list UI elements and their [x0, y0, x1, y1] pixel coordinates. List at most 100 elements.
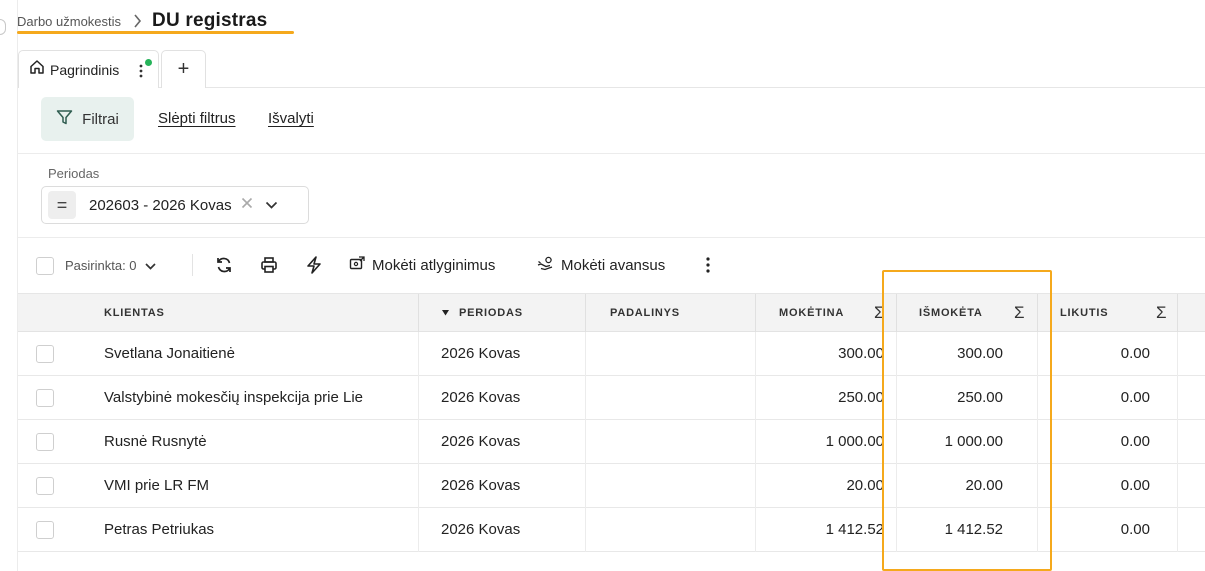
filters-button-label: Filtrai	[82, 110, 119, 128]
select-all-checkbox[interactable]	[36, 257, 54, 275]
home-icon	[29, 59, 45, 80]
cell-payable: 1 412.52	[825, 521, 884, 538]
pay-salaries-button[interactable]: Mokėti atlyginimus	[349, 255, 495, 275]
cell-period: 2026 Kovas	[441, 521, 521, 538]
clear-icon[interactable]	[241, 196, 253, 214]
column-divider	[896, 464, 897, 508]
cell-balance: 0.00	[1120, 389, 1150, 406]
column-divider	[418, 420, 419, 464]
row-checkbox[interactable]	[36, 345, 54, 363]
filters-button[interactable]: Filtrai	[41, 97, 134, 141]
row-checkbox[interactable]	[36, 389, 54, 407]
column-header-period[interactable]: PERIODAS	[442, 294, 523, 332]
period-select[interactable]: = 202603 - 2026 Kovas	[41, 186, 309, 224]
column-divider	[1037, 376, 1038, 420]
cell-paid: 20.00	[965, 477, 1003, 494]
operator-button[interactable]: =	[48, 191, 76, 219]
column-divider	[755, 508, 756, 552]
column-divider	[418, 376, 419, 420]
column-divider	[418, 508, 419, 552]
pay-advances-button[interactable]: Mokėti avansus	[537, 255, 665, 275]
column-divider	[1037, 332, 1038, 376]
cell-client: Petras Petriukas	[104, 521, 215, 538]
column-divider	[1177, 420, 1178, 464]
table-row[interactable]: Svetlana Jonaitienė 2026 Kovas 300.00 30…	[18, 332, 1205, 376]
column-divider	[1177, 332, 1178, 376]
clear-filters-link[interactable]: Išvalyti	[268, 110, 314, 127]
cell-client: Valstybinė mokesčių inspekcija prie Lie	[104, 389, 364, 406]
column-divider	[1037, 420, 1038, 464]
tab-label: Pagrindinis	[50, 61, 120, 78]
column-divider	[896, 332, 897, 376]
cell-client: VMI prie LR FM	[104, 477, 210, 494]
column-divider	[896, 376, 897, 420]
tab-bar: Pagrindinis +	[18, 50, 1205, 88]
sum-icon-paid[interactable]: Σ	[1014, 303, 1025, 323]
column-divider	[755, 420, 756, 464]
chevron-down-icon	[144, 258, 156, 273]
column-header-paid[interactable]: IŠMOKĖTA	[919, 294, 983, 332]
column-divider	[418, 294, 419, 332]
cell-paid: 1 412.52	[944, 521, 1003, 538]
column-divider	[585, 376, 586, 420]
sum-icon-payable[interactable]: Σ	[874, 303, 885, 323]
pay-advances-label: Mokėti avansus	[561, 256, 666, 274]
print-icon[interactable]	[259, 255, 279, 275]
row-checkbox[interactable]	[36, 433, 54, 451]
column-divider	[1037, 464, 1038, 508]
cell-balance: 0.00	[1120, 477, 1150, 494]
selected-count-dropdown[interactable]: Pasirinkta: 0	[65, 258, 156, 273]
column-divider	[1177, 376, 1178, 420]
tab-pagrindinis[interactable]: Pagrindinis	[18, 50, 159, 88]
column-header-payable[interactable]: MOKĖTINA	[779, 294, 844, 332]
chevron-down-icon[interactable]	[265, 201, 278, 209]
table-row[interactable]: Petras Petriukas 2026 Kovas 1 412.52 1 4…	[18, 508, 1205, 552]
period-label: Periodas	[48, 166, 100, 181]
table-row[interactable]: VMI prie LR FM 2026 Kovas 20.00 20.00 0.…	[18, 464, 1205, 508]
toolbar-divider	[192, 254, 193, 276]
column-divider	[755, 464, 756, 508]
left-rail	[0, 0, 18, 571]
column-divider	[1037, 508, 1038, 552]
column-divider	[755, 376, 756, 420]
column-divider	[896, 508, 897, 552]
row-checkbox[interactable]	[36, 521, 54, 539]
row-checkbox[interactable]	[36, 477, 54, 495]
column-divider	[418, 464, 419, 508]
lightning-icon[interactable]	[304, 255, 324, 275]
table-row[interactable]: Rusnė Rusnytė 2026 Kovas 1 000.00 1 000.…	[18, 420, 1205, 464]
column-divider	[1177, 464, 1178, 508]
sum-icon-balance[interactable]: Σ	[1156, 303, 1167, 323]
cell-balance: 0.00	[1120, 521, 1150, 538]
refresh-icon[interactable]	[214, 255, 234, 275]
add-tab-button[interactable]: +	[161, 50, 206, 88]
cell-paid: 300.00	[957, 345, 1003, 362]
column-header-balance[interactable]: LIKUTIS	[1060, 294, 1108, 332]
column-header-period-label: PERIODAS	[459, 307, 523, 319]
column-divider	[1177, 508, 1178, 552]
filter-icon	[56, 109, 73, 130]
column-divider	[755, 294, 756, 332]
hide-filters-link[interactable]: Slėpti filtrus	[158, 110, 236, 127]
chevron-right-icon	[133, 14, 142, 28]
grid-header: KLIENTAS PERIODAS PADALINYS MOKĖTINA Σ I…	[18, 293, 1205, 332]
tab-menu-icon[interactable]	[139, 64, 143, 79]
cell-paid: 1 000.00	[944, 433, 1003, 450]
cell-payable: 300.00	[838, 345, 884, 362]
column-divider	[585, 332, 586, 376]
column-header-unit[interactable]: PADALINYS	[610, 294, 680, 332]
cell-period: 2026 Kovas	[441, 433, 521, 450]
sidebar-toggle-handle[interactable]	[0, 19, 6, 35]
breadcrumb-parent-link[interactable]: Darbo užmokestis	[17, 14, 121, 29]
cell-period: 2026 Kovas	[441, 345, 521, 362]
cell-payable: 1 000.00	[825, 433, 884, 450]
cell-paid: 250.00	[957, 389, 1003, 406]
column-header-client[interactable]: KLIENTAS	[104, 294, 165, 332]
column-divider	[418, 332, 419, 376]
more-vertical-icon[interactable]	[698, 255, 718, 275]
table-row[interactable]: Valstybinė mokesčių inspekcija prie Lie …	[18, 376, 1205, 420]
column-divider	[896, 294, 897, 332]
cell-client: Svetlana Jonaitienė	[104, 345, 235, 362]
column-divider	[755, 332, 756, 376]
column-divider	[585, 420, 586, 464]
